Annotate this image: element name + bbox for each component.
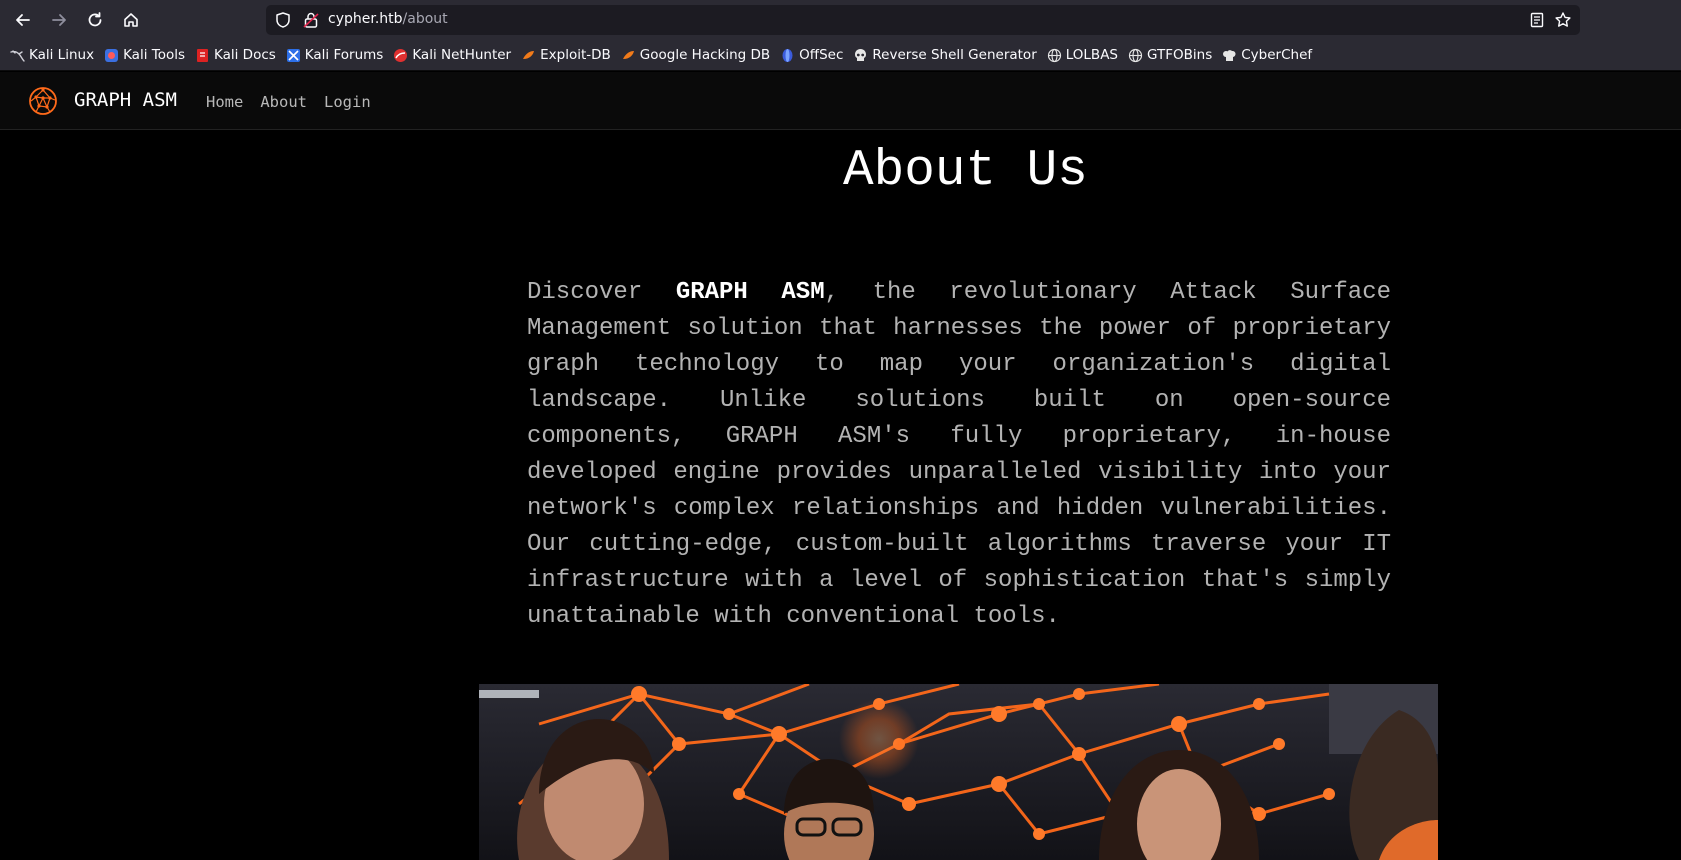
url-text[interactable]: cypher.htb/about [328,11,448,27]
bookmark-kali-forums[interactable]: Kali Forums [286,47,384,63]
shield-icon[interactable] [274,11,292,29]
bookmark-gtfobins[interactable]: GTFOBins [1128,47,1212,63]
browser-toolbar: cypher.htb/about [0,0,1681,40]
forward-button[interactable] [47,8,71,32]
kali-forums-icon [286,48,300,62]
skull-icon [855,48,867,61]
bookmark-label: Kali Forums [304,47,384,63]
site-brand[interactable]: GRAPH ASM [74,89,177,111]
site-nav-links: Home About Login [206,93,388,111]
bookmark-label: LOLBAS [1065,47,1119,63]
exploit-db-icon [523,50,535,59]
globe-icon [1047,48,1061,62]
reader-view-icon[interactable] [1528,11,1546,29]
home-icon [124,13,138,27]
back-button[interactable] [11,8,35,32]
ghdb-icon [622,50,634,59]
home-button[interactable] [119,8,143,32]
bookmark-label: Reverse Shell Generator [872,47,1037,63]
bookmark-label: Kali Linux [29,47,95,63]
bookmark-exploit-db[interactable]: Exploit-DB [521,47,611,63]
bookmark-label: Kali NetHunter [412,47,512,63]
bookmark-kali-tools[interactable]: Kali Tools [104,47,185,63]
reload-icon [88,12,102,27]
arrow-right-icon [52,14,66,26]
intro-body: , the revolutionary Attack Surface Manag… [527,279,1392,630]
intro-brand: GRAPH ASM [675,279,825,306]
bookmark-lolbas[interactable]: LOLBAS [1047,47,1118,63]
kali-dragon-icon [10,49,25,62]
intro-lead: Discover [527,279,676,306]
about-intro-paragraph: Discover GRAPH ASM, the revolutionary At… [527,275,1391,635]
bookmark-label: OffSec [799,47,844,63]
arrow-left-icon [16,14,30,26]
team-network-illustration [479,684,1438,860]
bookmark-label: Kali Tools [123,47,185,63]
graph-network-logo-icon[interactable] [27,85,59,117]
address-bar[interactable]: cypher.htb/about [266,5,1580,35]
chef-hat-icon [1223,49,1236,61]
bookmarks-bar: Kali Linux Kali Tools Kali Docs Kali For… [0,40,1681,71]
bookmark-kali-linux[interactable]: Kali Linux [10,47,94,63]
bookmark-reverse-shell-generator[interactable]: Reverse Shell Generator [853,47,1037,63]
kali-tools-icon [105,48,119,62]
url-host: cypher.htb [328,11,403,27]
bookmark-label: CyberChef [1241,47,1313,63]
globe-icon [1128,48,1143,62]
bookmark-star-icon[interactable] [1554,11,1572,29]
insecure-lock-icon[interactable] [302,11,320,29]
hero-image [479,684,1438,860]
bookmark-label: Exploit-DB [540,47,611,63]
offsec-icon [782,48,793,62]
bookmark-label: Kali Docs [214,47,276,63]
page-title: About Us [843,143,1088,200]
nav-about-link[interactable]: About [260,93,307,111]
bookmark-ghdb[interactable]: Google Hacking DB [621,47,770,63]
bookmark-label: GTFOBins [1147,47,1213,63]
bookmark-offsec[interactable]: OffSec [780,47,843,63]
kali-docs-icon [197,48,208,62]
bookmark-cyberchef[interactable]: CyberChef [1222,47,1312,63]
site-navbar: GRAPH ASM Home About Login [0,72,1681,130]
bookmark-label: Google Hacking DB [639,47,771,63]
url-path: /about [402,11,448,27]
bookmark-kali-docs[interactable]: Kali Docs [195,47,276,63]
nav-login-link[interactable]: Login [324,93,371,111]
nav-home-link[interactable]: Home [206,93,243,111]
nethunter-icon [394,48,408,62]
reload-button[interactable] [83,8,107,32]
bookmark-kali-nethunter[interactable]: Kali NetHunter [393,47,511,63]
